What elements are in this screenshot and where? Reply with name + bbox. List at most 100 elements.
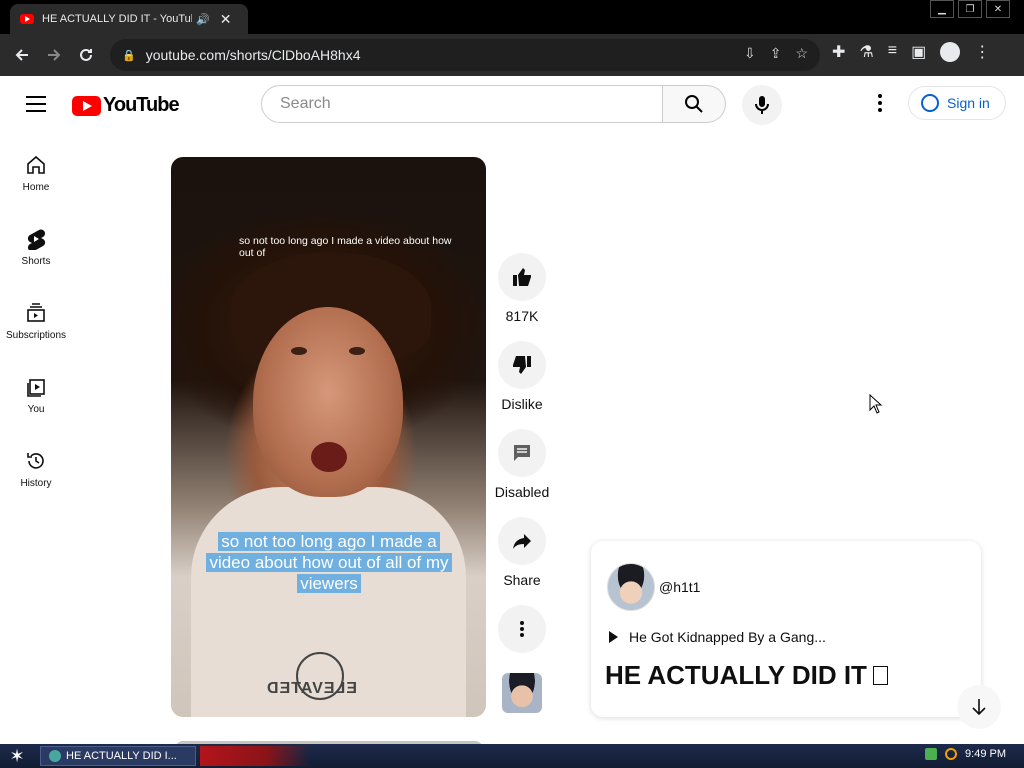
taskbar-browser-item[interactable]: HE ACTUALLY DID I... bbox=[40, 746, 196, 766]
dislike-action: Dislike bbox=[494, 341, 550, 429]
bookmark-star-icon[interactable]: ☆ bbox=[795, 45, 808, 62]
share-button[interactable] bbox=[498, 517, 546, 565]
sidebar-item-label: Subscriptions bbox=[5, 330, 67, 341]
back-button[interactable] bbox=[6, 39, 38, 71]
minimize-button[interactable]: ▁ bbox=[930, 0, 954, 18]
sidebar-item-history[interactable]: History bbox=[0, 436, 72, 510]
shorts-icon bbox=[27, 229, 46, 250]
reload-button[interactable] bbox=[70, 39, 102, 71]
video-top-caption: so not too long ago I made a video about… bbox=[239, 235, 452, 259]
sidebar-item-shorts[interactable]: Shorts bbox=[0, 214, 72, 288]
extension-icons: ✚ ⚗ ≡ ▣ ⋮ bbox=[832, 42, 990, 62]
side-panel-icon[interactable]: ▣ bbox=[911, 42, 926, 62]
play-triangle-icon bbox=[609, 631, 618, 643]
forward-arrow-icon bbox=[48, 49, 61, 61]
you-icon bbox=[27, 379, 45, 397]
reload-icon bbox=[80, 48, 92, 61]
sign-in-button[interactable]: Sign in bbox=[908, 86, 1006, 120]
taskbar-decoration bbox=[200, 746, 310, 766]
url-text[interactable]: youtube.com/shorts/ClDboAH8hx4 bbox=[146, 47, 361, 63]
thumbs-up-icon bbox=[513, 268, 531, 286]
short-title: HE ACTUALLY DID IT bbox=[605, 660, 888, 691]
history-icon bbox=[27, 453, 44, 469]
subscriptions-icon bbox=[27, 303, 45, 322]
like-count: 817K bbox=[505, 308, 539, 324]
dislike-button[interactable] bbox=[498, 341, 546, 389]
clock: 9:49 PM bbox=[965, 748, 1006, 760]
share-page-icon[interactable]: ⇪ bbox=[770, 45, 782, 62]
install-icon[interactable]: ⇩ bbox=[744, 45, 756, 62]
extensions-puzzle-icon[interactable]: ✚ bbox=[832, 42, 845, 62]
microphone-icon bbox=[755, 96, 769, 114]
playlist-link[interactable]: He Got Kidnapped By a Gang... bbox=[609, 629, 826, 645]
video-subtitle-text: so not too long ago I made a video about… bbox=[206, 532, 452, 593]
thumbs-down-icon bbox=[513, 356, 531, 374]
settings-menu-icon[interactable] bbox=[870, 94, 890, 114]
youtube-logo[interactable]: YouTube bbox=[72, 94, 180, 117]
profile-avatar-icon[interactable] bbox=[940, 42, 961, 62]
taskbar-item-label: HE ACTUALLY DID I... bbox=[66, 750, 177, 762]
search-tray-icon[interactable] bbox=[945, 748, 958, 760]
sign-in-label: Sign in bbox=[947, 95, 990, 111]
sidebar-item-subscriptions[interactable]: Subscriptions bbox=[0, 288, 72, 362]
share-action: Share bbox=[494, 517, 550, 605]
search-button[interactable] bbox=[663, 85, 726, 123]
account-circle-icon bbox=[921, 94, 939, 112]
more-options-button[interactable] bbox=[498, 605, 546, 653]
home-icon bbox=[27, 155, 45, 174]
shorts-actions: 817K Dislike Disabled Share bbox=[494, 253, 550, 713]
channel-avatar[interactable] bbox=[607, 563, 655, 611]
hoodie-print-text: ELEVATED bbox=[266, 680, 357, 697]
sidebar-item-label: History bbox=[20, 478, 52, 489]
comments-button[interactable] bbox=[498, 429, 546, 477]
speaker-icon[interactable]: 🔊 bbox=[196, 13, 210, 26]
guide-menu-icon[interactable] bbox=[26, 96, 46, 112]
more-action bbox=[494, 605, 550, 673]
tab-title: HE ACTUALLY DID IT - YouTub bbox=[42, 13, 192, 25]
video-mouth-shape bbox=[311, 442, 347, 472]
sidebar-item-home[interactable]: Home bbox=[0, 140, 72, 214]
youtube-favicon-icon bbox=[20, 14, 34, 24]
restore-button[interactable]: ❐ bbox=[958, 0, 982, 18]
like-button[interactable] bbox=[498, 253, 546, 301]
sound-avatar-thumbnail[interactable] bbox=[502, 673, 542, 713]
network-icon[interactable] bbox=[925, 748, 938, 760]
shorts-video-player[interactable]: so not too long ago I made a video about… bbox=[171, 157, 486, 717]
window-controls: ▁ ❐ ✕ bbox=[926, 0, 1010, 18]
share-label: Share bbox=[503, 572, 541, 588]
voice-search-button[interactable] bbox=[742, 85, 782, 125]
tab-close-button[interactable]: ✕ bbox=[220, 11, 232, 28]
video-eye-right bbox=[349, 347, 365, 355]
playlist-title: He Got Kidnapped By a Gang... bbox=[629, 629, 826, 645]
browser-menu-icon[interactable]: ⋮ bbox=[974, 42, 990, 62]
media-control-icon[interactable]: ≡ bbox=[888, 42, 897, 62]
dislike-label: Dislike bbox=[501, 396, 543, 412]
youtube-masthead: YouTube Sign in bbox=[0, 76, 1024, 132]
mouse-cursor-icon bbox=[869, 394, 883, 414]
channel-name[interactable]: @h1t1 bbox=[659, 579, 700, 595]
browser-globe-icon bbox=[49, 750, 61, 762]
next-short-button[interactable] bbox=[957, 685, 1001, 729]
close-window-button[interactable]: ✕ bbox=[986, 0, 1010, 18]
forward-button[interactable] bbox=[38, 39, 70, 71]
browser-title-bar: HE ACTUALLY DID IT - YouTub 🔊 ✕ ▁ ❐ ✕ bbox=[0, 0, 1024, 34]
labs-flask-icon[interactable]: ⚗ bbox=[859, 42, 873, 62]
short-title-text: HE ACTUALLY DID IT bbox=[605, 660, 867, 690]
comments-label: Disabled bbox=[494, 484, 550, 500]
sidebar-item-label: Shorts bbox=[21, 256, 51, 267]
search-box bbox=[261, 85, 663, 123]
search-icon bbox=[685, 95, 703, 113]
video-eye-left bbox=[291, 347, 307, 355]
sidebar-item-label: Home bbox=[22, 182, 50, 193]
video-subtitle: so not too long ago I made a video about… bbox=[199, 531, 459, 594]
arrow-down-icon bbox=[972, 699, 986, 716]
sidebar-item-you[interactable]: You bbox=[0, 362, 72, 436]
browser-tab[interactable]: HE ACTUALLY DID IT - YouTub 🔊 ✕ bbox=[10, 4, 248, 34]
address-bar[interactable]: 🔒 youtube.com/shorts/ClDboAH8hx4 ⇩ ⇪ ☆ bbox=[110, 39, 820, 71]
os-taskbar: ✶ HE ACTUALLY DID I... 9:49 PM bbox=[0, 744, 1024, 768]
search-input[interactable] bbox=[278, 86, 642, 122]
browser-toolbar: 🔒 youtube.com/shorts/ClDboAH8hx4 ⇩ ⇪ ☆ ✚… bbox=[0, 34, 1024, 76]
youtube-play-icon bbox=[72, 95, 101, 116]
like-action: 817K bbox=[494, 253, 550, 341]
start-menu-icon[interactable]: ✶ bbox=[0, 744, 34, 768]
